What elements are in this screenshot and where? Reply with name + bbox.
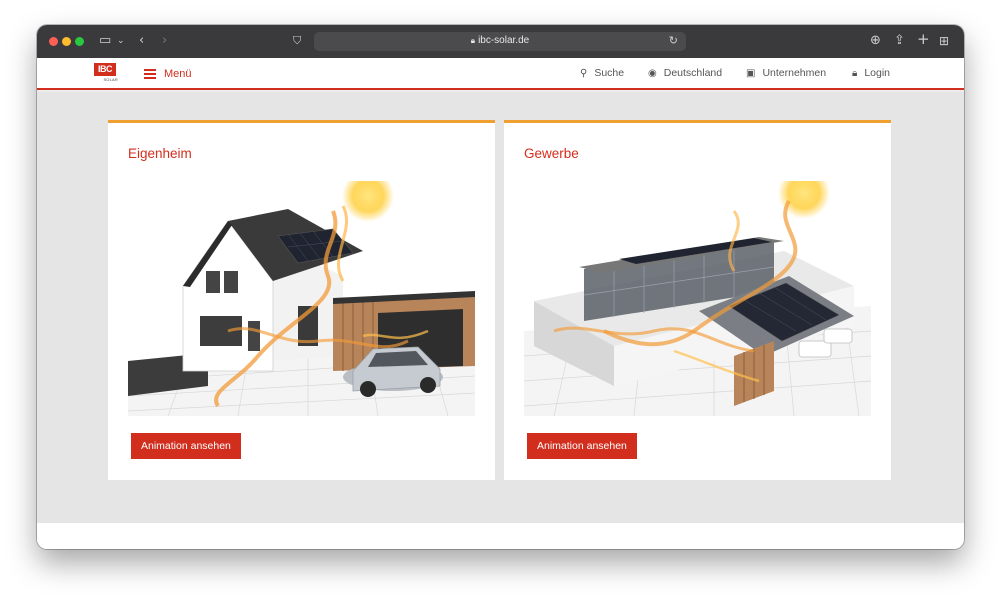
card-eigenheim: Eigenheim Animation ansehen <box>108 120 495 480</box>
reload-icon[interactable]: ↻ <box>669 34 678 47</box>
footer-strip <box>37 523 964 549</box>
nav-search-label: Suche <box>594 67 625 79</box>
menu-button[interactable]: Menü <box>144 66 192 82</box>
menu-label: Menü <box>164 68 192 80</box>
house-solar-illustration <box>128 181 475 416</box>
card-gewerbe: Gewerbe Animation ansehen <box>504 120 891 480</box>
nav-country-label: Deutschland <box>663 67 723 79</box>
commercial-building-solar-illustration <box>524 181 871 416</box>
ibc-solar-logo[interactable]: IBC SOLAR <box>94 63 118 85</box>
download-icon[interactable]: ⊕ <box>870 33 881 49</box>
nav-company-label: Unternehmen <box>762 67 827 79</box>
tab-overview-icon[interactable]: ⊞ <box>939 33 949 49</box>
search-icon: ⚲ <box>580 67 588 79</box>
zoom-window-button[interactable] <box>75 37 84 46</box>
address-bar[interactable]: 🔒︎ ibc-solar.de ↻ <box>314 32 686 51</box>
forward-icon[interactable]: › <box>162 33 167 49</box>
lock-icon: 🔒︎ <box>852 67 858 79</box>
nav-login[interactable]: 🔒︎ Login <box>852 67 890 79</box>
nav-login-label: Login <box>864 67 891 79</box>
page-content: Eigenheim Animation ansehen Gewerbe Anim… <box>37 92 964 523</box>
nav-search[interactable]: ⚲ Suche <box>580 67 624 79</box>
hamburger-icon <box>144 69 156 79</box>
browser-window: ▭ ⌄ ‹ › ⛉ 🔒︎ ibc-solar.de ↻ ⊕ ⇪ + ⊞ IBC S… <box>37 25 964 549</box>
nav-country[interactable]: ◉ Deutschland <box>648 67 722 79</box>
share-icon[interactable]: ⇪ <box>894 33 905 49</box>
chevron-down-icon[interactable]: ⌄ <box>117 33 125 49</box>
site-header: IBC SOLAR Menü ⚲ Suche ◉ Deutschland ▣ U… <box>37 58 964 90</box>
sidebar-icon[interactable]: ▭ <box>99 33 111 49</box>
lock-icon: 🔒︎ <box>470 36 476 45</box>
minimize-window-button[interactable] <box>62 37 71 46</box>
globe-icon: ◉ <box>648 67 657 79</box>
browser-toolbar: ▭ ⌄ ‹ › ⛉ 🔒︎ ibc-solar.de ↻ ⊕ ⇪ + ⊞ <box>37 25 964 58</box>
shield-icon[interactable]: ⛉ <box>293 33 301 49</box>
animation-button-eigenheim[interactable]: Animation ansehen <box>131 433 241 459</box>
url-text: ibc-solar.de <box>478 35 530 46</box>
new-tab-icon[interactable]: + <box>917 31 930 47</box>
card-title: Gewerbe <box>524 146 579 161</box>
card-title: Eigenheim <box>128 146 192 161</box>
back-icon[interactable]: ‹ <box>139 33 144 49</box>
nav-company[interactable]: ▣ Unternehmen <box>746 67 826 79</box>
animation-button-gewerbe[interactable]: Animation ansehen <box>527 433 637 459</box>
briefcase-icon: ▣ <box>746 67 756 79</box>
close-window-button[interactable] <box>49 37 58 46</box>
